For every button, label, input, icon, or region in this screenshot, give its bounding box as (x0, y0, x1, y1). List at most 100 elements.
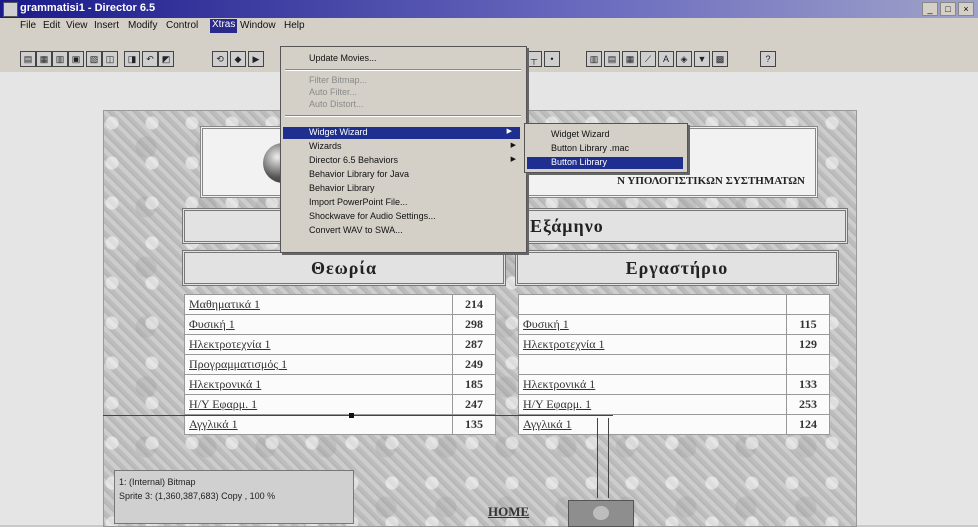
connector-line (608, 418, 609, 498)
table-row: Αγγλικά 1 135 (184, 414, 496, 435)
paint-window-icon[interactable]: ▦ (622, 51, 638, 67)
cut-icon[interactable]: ◫ (102, 51, 118, 67)
menu-edit[interactable]: Edit (43, 20, 60, 31)
course-link[interactable]: Ηλεκτρονικά 1 (184, 374, 453, 395)
home-link[interactable]: HOME (488, 504, 529, 520)
marker-icon[interactable]: ┬ (526, 51, 542, 67)
stop-icon[interactable]: ◆ (230, 51, 246, 67)
menu-item-label: Director 6.5 Behaviors (309, 155, 399, 165)
score-window-icon[interactable]: ▤ (604, 51, 620, 67)
menu-item-behavior-library-java[interactable]: Behavior Library for Java (309, 169, 409, 179)
sprite-handle[interactable] (349, 413, 354, 418)
maximize-button[interactable]: □ (940, 2, 956, 16)
table-row (518, 294, 830, 315)
table-row: Αγγλικά 1 124 (518, 414, 830, 435)
menu-item-label: Widget Wizard (309, 127, 368, 137)
window-title: grammatisi1 - Director 6.5 (20, 2, 156, 14)
open-icon[interactable]: ▥ (52, 51, 68, 67)
menu-item-update-movies[interactable]: Update Movies... (309, 53, 377, 63)
menu-insert[interactable]: Insert (94, 20, 119, 31)
menu-bar: File Edit View Insert Modify Control Xtr… (0, 18, 978, 34)
connector-line (597, 418, 598, 498)
menu-item-auto-distort: Auto Distort... (309, 99, 364, 109)
save-icon[interactable]: ▣ (68, 51, 84, 67)
table-row: Μαθηματικά 1 214 (184, 294, 496, 315)
menu-item-convert-wav[interactable]: Convert WAV to SWA... (309, 225, 403, 235)
menu-item-label: Wizards (309, 141, 342, 151)
text-tool-icon[interactable]: A (658, 51, 674, 67)
menu-item-director-behaviors[interactable]: Director 6.5 Behaviors ▶ (309, 155, 524, 165)
table-row: Η/Υ Εφαρμ. 1 247 (184, 394, 496, 415)
menu-item-shockwave-audio[interactable]: Shockwave for Audio Settings... (309, 211, 436, 221)
home-button[interactable] (568, 500, 634, 527)
submenu-item-button-library-mac[interactable]: Button Library .mac (551, 143, 629, 153)
lab-header: Εργαστήριο (515, 250, 839, 286)
menu-window[interactable]: Window (240, 20, 276, 31)
paste-icon[interactable]: ◩ (158, 51, 174, 67)
course-link[interactable]: Φυσική 1 (184, 314, 453, 335)
course-link[interactable]: Ηλεκτρονικά 1 (518, 374, 787, 395)
menu-item-behavior-library[interactable]: Behavior Library (309, 183, 375, 193)
help-pointer-icon[interactable]: ? (760, 51, 776, 67)
minimize-button[interactable]: _ (922, 2, 938, 16)
behavior-icon[interactable]: ▩ (712, 51, 728, 67)
title-bar: grammatisi1 - Director 6.5 _ □ × (0, 0, 978, 18)
menu-control[interactable]: Control (166, 20, 198, 31)
close-button[interactable]: × (958, 2, 974, 16)
director-app-icon[interactable] (3, 2, 18, 17)
course-code: 287 (452, 334, 496, 355)
menu-item-widget-wizard[interactable]: Widget Wizard ▶ (283, 127, 520, 139)
theory-header: Θεωρία (182, 250, 506, 286)
rewind-icon[interactable]: ⟲ (212, 51, 228, 67)
menu-modify[interactable]: Modify (128, 20, 157, 31)
copy-icon[interactable]: ◨ (124, 51, 140, 67)
lab-title: Εργαστήριο (625, 258, 729, 278)
course-code: 253 (786, 394, 830, 415)
menu-xtras[interactable]: Xtras (210, 19, 238, 33)
play-icon[interactable]: ▶ (248, 51, 264, 67)
menu-file[interactable]: File (20, 20, 36, 31)
menu-view[interactable]: View (66, 20, 88, 31)
cast-window-icon[interactable]: ▥ (586, 51, 602, 67)
table-row: Φυσική 1 115 (518, 314, 830, 335)
course-code: 115 (786, 314, 830, 335)
import-icon[interactable]: ▧ (86, 51, 102, 67)
lab-table: Φυσική 1 115 Ηλεκτροτεχνία 1 129 Ηλεκτρονικά… (518, 294, 830, 435)
course-link[interactable]: Φυσική 1 (518, 314, 787, 335)
submenu-arrow-icon: ▶ (510, 142, 516, 149)
course-link[interactable]: Ηλεκτροτεχνία 1 (518, 334, 787, 355)
menu-help[interactable]: Help (284, 20, 305, 31)
table-row: Ηλεκτροτεχνία 1 129 (518, 334, 830, 355)
course-link[interactable]: Αγγλικά 1 (518, 414, 787, 435)
dot-icon[interactable]: • (544, 51, 560, 67)
table-row: Προγραμματισμός 1 249 (184, 354, 496, 375)
course-link[interactable]: Η/Υ Εφαρμ. 1 (518, 394, 787, 415)
undo-icon[interactable]: ↶ (142, 51, 158, 67)
course-link[interactable]: Ηλεκτροτεχνία 1 (184, 334, 453, 355)
menu-item-wizards[interactable]: Wizards ▶ (309, 141, 524, 151)
connector-line (103, 415, 613, 416)
course-link[interactable]: Αγγλικά 1 (184, 414, 453, 435)
table-row: Ηλεκτροτεχνία 1 287 (184, 334, 496, 355)
new-cast-icon[interactable]: ▦ (36, 51, 52, 67)
menu-item-import-powerpoint[interactable]: Import PowerPoint File... (309, 197, 408, 207)
submenu-item-widget-wizard[interactable]: Widget Wizard (551, 129, 610, 139)
course-code: 124 (786, 414, 830, 435)
course-code: 298 (452, 314, 496, 335)
course-code: 214 (452, 294, 496, 315)
course-link[interactable]: Προγραμματισμός 1 (184, 354, 453, 375)
script-icon[interactable]: ◈ (676, 51, 692, 67)
sprite-info-line-1: 1: (Internal) Bitmap (119, 477, 196, 487)
line-tool-icon[interactable]: ⟋ (640, 51, 656, 67)
course-link[interactable]: Η/Υ Εφαρμ. 1 (184, 394, 453, 415)
course-link[interactable]: Μαθηματικά 1 (184, 294, 453, 315)
table-row (518, 354, 830, 375)
submenu-item-button-library[interactable]: Button Library (527, 157, 683, 169)
menu-item-filter-bitmap: Filter Bitmap... (309, 75, 368, 85)
message-icon[interactable]: ▼ (694, 51, 710, 67)
new-movie-icon[interactable]: ▤ (20, 51, 36, 67)
theory-table: Μαθηματικά 1 214 Φυσική 1 298 Ηλεκτροτεχνία … (184, 294, 496, 435)
sprite-info-line-2: Sprite 3: (1,360,387,683) Copy , 100 % (119, 491, 276, 501)
table-row: Ηλεκτρονικά 1 133 (518, 374, 830, 395)
widget-wizard-submenu: Widget Wizard Button Library .mac Button… (524, 123, 688, 173)
